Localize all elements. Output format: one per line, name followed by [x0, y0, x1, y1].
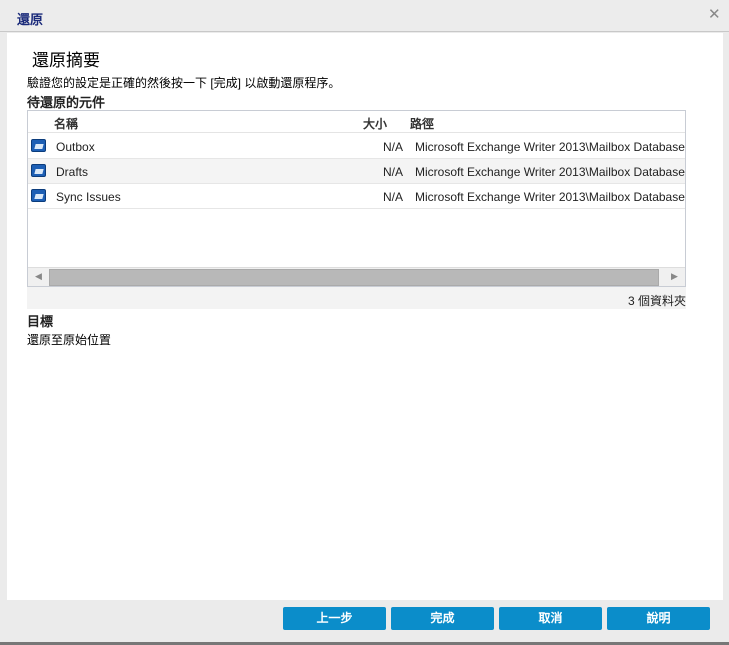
column-header-name[interactable]: 名稱: [54, 115, 78, 132]
grid-header: 名稱 大小 路徑: [28, 111, 685, 133]
window-title: 還原: [17, 12, 44, 27]
back-button[interactable]: 上一步: [283, 607, 386, 630]
scroll-left-icon[interactable]: ◀: [35, 271, 42, 282]
horizontal-scrollbar[interactable]: ◀ ▶: [28, 267, 685, 286]
row-path: Microsoft Exchange Writer 2013\Mailbox D…: [415, 140, 685, 154]
row-path: Microsoft Exchange Writer 2013\Mailbox D…: [415, 165, 685, 179]
grid-footer: 3 個資料夾: [27, 287, 686, 309]
column-header-size[interactable]: 大小: [363, 115, 387, 132]
items-section-label: 待還原的元件: [27, 95, 106, 110]
row-name: Drafts: [56, 165, 89, 179]
target-section-label: 目標: [27, 314, 54, 329]
table-row[interactable]: Outbox N/A Microsoft Exchange Writer 201…: [28, 134, 685, 159]
row-size: N/A: [382, 165, 403, 179]
finish-button[interactable]: 完成: [391, 607, 494, 630]
table-row[interactable]: Sync Issues N/A Microsoft Exchange Write…: [28, 184, 685, 209]
table-row[interactable]: Drafts N/A Microsoft Exchange Writer 201…: [28, 159, 685, 184]
row-path: Microsoft Exchange Writer 2013\Mailbox D…: [415, 190, 685, 204]
row-name: Outbox: [56, 140, 95, 154]
close-icon[interactable]: ✕: [708, 5, 721, 23]
item-count: 3 個資料夾: [627, 294, 686, 308]
title-bar: 還原 ✕: [0, 0, 729, 32]
items-grid: 名稱 大小 路徑 Outbox N/A Microsoft Exchange W…: [27, 110, 686, 287]
cancel-button[interactable]: 取消: [499, 607, 602, 630]
scrollbar-thumb[interactable]: [49, 269, 659, 286]
row-name: Sync Issues: [56, 190, 121, 204]
target-value: 還原至原始位置: [27, 333, 112, 347]
scroll-right-icon[interactable]: ▶: [671, 271, 678, 282]
folder-icon: [31, 189, 46, 202]
column-header-path[interactable]: 路徑: [410, 115, 434, 132]
page-title: 還原摘要: [32, 51, 100, 70]
folder-icon: [31, 164, 46, 177]
help-button[interactable]: 說明: [607, 607, 710, 630]
folder-icon: [31, 139, 46, 152]
row-size: N/A: [382, 190, 403, 204]
description: 驗證您的設定是正確的然後按一下 [完成] 以啟動還原程序。: [27, 76, 341, 90]
row-size: N/A: [382, 140, 403, 154]
